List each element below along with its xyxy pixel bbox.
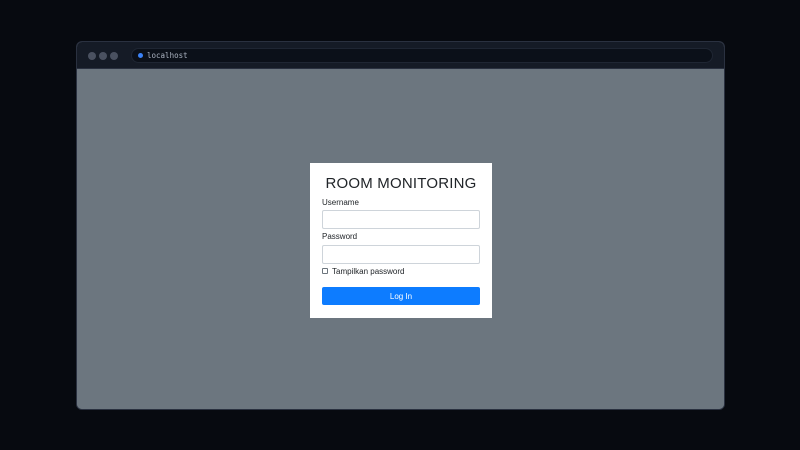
login-title: ROOM MONITORING — [325, 175, 477, 192]
show-password-row[interactable]: Tampilkan password — [322, 266, 404, 276]
address-text: localhost — [147, 51, 188, 60]
login-button[interactable]: Log In — [322, 287, 480, 305]
username-input[interactable] — [322, 210, 480, 229]
page-viewport: ROOM MONITORING Username Password Tampil… — [77, 70, 724, 409]
browser-window: localhost ROOM MONITORING Username Passw… — [76, 41, 725, 410]
show-password-label[interactable]: Tampilkan password — [332, 267, 404, 276]
window-maximize-icon[interactable] — [110, 52, 118, 60]
site-status-icon — [138, 53, 143, 58]
address-bar[interactable]: localhost — [131, 48, 713, 63]
login-card: ROOM MONITORING Username Password Tampil… — [310, 163, 492, 318]
window-close-icon[interactable] — [88, 52, 96, 60]
window-minimize-icon[interactable] — [99, 52, 107, 60]
password-input[interactable] — [322, 245, 480, 264]
password-label: Password — [322, 232, 358, 241]
username-label: Username — [322, 198, 359, 207]
show-password-checkbox[interactable] — [322, 268, 328, 274]
browser-titlebar: localhost — [77, 42, 724, 69]
